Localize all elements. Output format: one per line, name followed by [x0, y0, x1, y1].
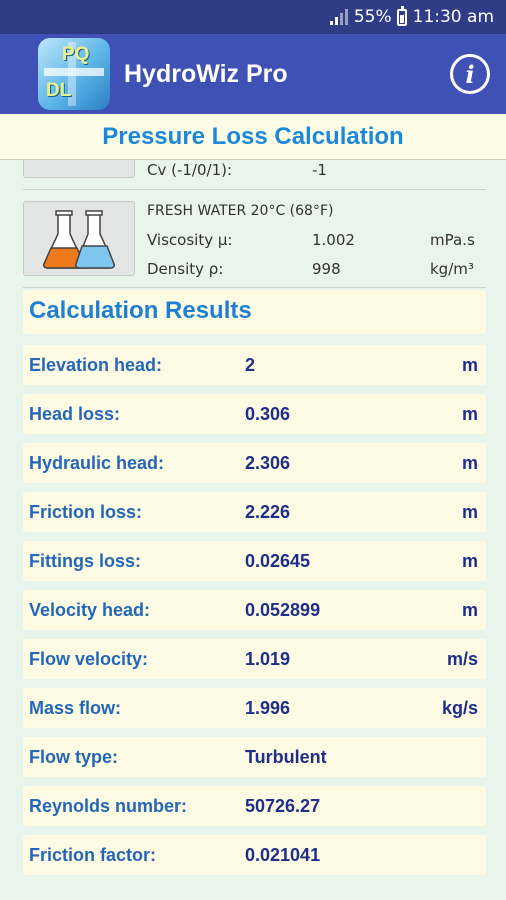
clock: 11:30 am: [412, 7, 494, 27]
viscosity-unit: mPa.s: [430, 231, 475, 249]
density-label: Density ρ:: [147, 260, 224, 278]
page-header: Pressure Loss Calculation: [0, 114, 506, 160]
result-unit: m/s: [446, 649, 478, 669]
result-row-flow-velocity: Flow velocity: 1.019 m/s: [23, 639, 486, 679]
status-bar: 55% 11:30 am: [0, 0, 506, 34]
content-scroll[interactable]: Cv (-1/0/1): -1 FRESH WATER 20°C (68°F) …: [0, 160, 506, 900]
app-title: HydroWiz Pro: [124, 59, 288, 88]
divider: [23, 287, 486, 288]
result-value: 0.02645: [245, 551, 311, 571]
result-label: Reynolds number:: [29, 796, 188, 816]
info-icon: i: [465, 59, 475, 89]
result-value: 2.306: [245, 453, 291, 473]
result-row-elevation-head: Elevation head: 2 m: [23, 345, 486, 385]
result-row-head-loss: Head loss: 0.306 m: [23, 394, 486, 434]
result-unit: m: [461, 404, 478, 424]
valve-cv-value: -1: [312, 161, 327, 179]
info-button[interactable]: i: [450, 54, 490, 94]
result-value: 2: [245, 355, 256, 375]
result-value: 1.019: [245, 649, 291, 669]
logo-letters-top: PQ: [62, 44, 90, 65]
result-value: 0.021041: [245, 845, 321, 865]
result-unit: m: [461, 453, 478, 473]
result-label: Fittings loss:: [29, 551, 141, 571]
app-logo-icon: PQ DL: [38, 38, 110, 110]
result-label: Head loss:: [29, 404, 121, 424]
result-row-flow-type: Flow type: Turbulent: [23, 737, 486, 777]
density-unit: kg/m³: [430, 260, 474, 278]
result-unit: m: [461, 502, 478, 522]
fluid-name: FRESH WATER 20°C (68°F): [147, 203, 334, 219]
result-row-reynolds-number: Reynolds number: 50726.27: [23, 786, 486, 826]
result-label: Flow type:: [29, 747, 118, 767]
result-unit: kg/s: [441, 698, 478, 718]
result-value: 50726.27: [245, 796, 321, 816]
result-row-mass-flow: Mass flow: 1.996 kg/s: [23, 688, 486, 728]
signal-icon: [329, 9, 348, 25]
result-value: 0.052899: [245, 600, 321, 620]
valve-cv-label: Cv (-1/0/1):: [147, 161, 233, 179]
result-label: Flow velocity:: [29, 649, 149, 669]
result-value: 2.226: [245, 502, 291, 522]
result-label: Friction factor:: [29, 845, 157, 865]
result-value: 0.306: [245, 404, 291, 424]
result-label: Friction loss:: [29, 502, 143, 522]
result-label: Elevation head:: [29, 355, 163, 375]
results-title: Calculation Results: [29, 297, 252, 324]
app-bar: PQ DL HydroWiz Pro i: [0, 34, 506, 114]
density-value: 998: [312, 260, 341, 278]
result-row-fittings-loss: Fittings loss: 0.02645 m: [23, 541, 486, 581]
page-title: Pressure Loss Calculation: [102, 122, 404, 150]
result-row-velocity-head: Velocity head: 0.052899 m: [23, 590, 486, 630]
logo-letters-bottom: DL: [46, 80, 72, 101]
result-label: Mass flow:: [29, 698, 122, 718]
result-value: 1.996: [245, 698, 291, 718]
result-unit: m: [461, 551, 478, 571]
result-unit: m: [461, 355, 478, 375]
result-row-friction-factor: Friction factor: 0.021041: [23, 835, 486, 875]
result-label: Hydraulic head:: [29, 453, 165, 473]
result-unit: m: [461, 600, 478, 620]
battery-percent: 55%: [353, 7, 392, 27]
battery-icon: [396, 5, 407, 26]
results-heading-card: Calculation Results: [23, 290, 486, 334]
valve-image: [23, 160, 135, 178]
result-row-hydraulic-head: Hydraulic head: 2.306 m: [23, 443, 486, 483]
divider: [23, 189, 486, 190]
result-label: Velocity head:: [29, 600, 151, 620]
result-row-friction-loss: Friction loss: 2.226 m: [23, 492, 486, 532]
flasks-icon: [43, 210, 115, 269]
viscosity-value: 1.002: [312, 231, 355, 249]
result-value: Turbulent: [245, 747, 327, 767]
fluid-image[interactable]: [23, 201, 135, 276]
viscosity-label: Viscosity μ:: [147, 231, 233, 249]
